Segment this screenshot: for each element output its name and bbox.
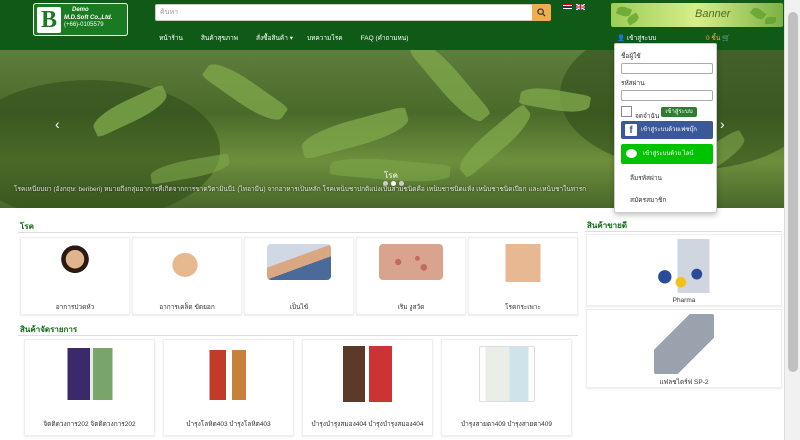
product-image xyxy=(337,346,398,402)
disease-image xyxy=(167,244,207,282)
product-name: บำรุงสายตา409 บำรุงสายตา409 xyxy=(461,421,552,428)
carousel-next-button[interactable]: › xyxy=(720,116,725,132)
banner-label: Banner xyxy=(695,8,731,20)
bestseller-card[interactable]: Pharma xyxy=(586,234,782,306)
product-card[interactable]: บำรุงสายตา409 บำรุงสายตา409 xyxy=(441,339,572,436)
remember-checkbox[interactable] xyxy=(621,106,632,117)
password-label: รหัสผ่าน xyxy=(621,80,645,87)
disease-image xyxy=(267,244,331,280)
product-image xyxy=(478,346,535,402)
line-icon xyxy=(626,149,637,158)
nav-item-store[interactable]: หน้าร้าน xyxy=(159,33,183,43)
nav-item-order-label: สั่งซื้อสินค้า xyxy=(256,35,288,42)
cart-icon: 🛒 xyxy=(722,35,731,42)
logo-line-3: (+66)-0105579 xyxy=(64,22,104,28)
disease-card[interactable]: อาการเคล็ด ขัดยอก xyxy=(132,237,242,315)
product-name: บำรุงบำรุงสมอง404 บำรุงบำรุงสมอง404 xyxy=(311,421,424,428)
product-name: บำรุงโลหิต403 บำรุงโลหิต403 xyxy=(186,421,271,428)
nav-item-articles[interactable]: บทความโรค xyxy=(307,33,343,43)
disease-name: เป็นไข้ xyxy=(289,304,309,311)
facebook-login-label: เข้าสู่ระบบด้วยเฟซบุ๊ก xyxy=(641,127,697,133)
disease-image xyxy=(55,244,95,282)
remember-label: จดจำฉัน xyxy=(635,113,660,120)
scrollbar-thumb[interactable] xyxy=(788,12,798,372)
product-name: จิตติดวงการ202 จิตติดวงการ202 xyxy=(43,421,136,428)
disease-name: อาการปวดหัว xyxy=(55,304,95,311)
search-button[interactable] xyxy=(532,4,551,21)
bestseller-name: Pharma xyxy=(672,297,696,304)
bestseller-name: แฟลชไดร์ฟ SP-2 xyxy=(659,379,709,386)
product-card[interactable]: บำรุงโลหิต403 บำรุงโลหิต403 xyxy=(163,339,294,436)
disease-card[interactable]: อาการปวดหัว xyxy=(20,237,130,315)
facebook-login-button[interactable]: f เข้าสู่ระบบด้วยเฟซบุ๊ก xyxy=(621,121,713,139)
english-flag-icon[interactable] xyxy=(576,4,585,10)
login-submit-button[interactable]: เข้าสู่ระบบ xyxy=(661,107,697,117)
bestseller-card[interactable]: แฟลชไดร์ฟ SP-2 xyxy=(586,309,782,388)
product-image xyxy=(200,350,257,400)
disease-image xyxy=(498,244,548,282)
disease-card[interactable]: เป็นไข้ xyxy=(244,237,354,315)
search-icon xyxy=(537,8,546,17)
line-login-label: เข้าสู่ระบบด้วย ไลน์ xyxy=(643,151,694,157)
facebook-icon: f xyxy=(625,124,637,136)
search-input[interactable]: ค้นหา xyxy=(155,4,533,21)
thai-flag-icon[interactable] xyxy=(563,4,572,10)
logo-line-2: M.D.Soft Co.,Ltd. xyxy=(64,14,113,21)
page-scrollbar[interactable] xyxy=(784,0,800,440)
forgot-password-link[interactable]: ลืมรหัสผ่าน xyxy=(630,173,662,183)
caret-down-icon: ▾ xyxy=(289,35,293,42)
password-field[interactable] xyxy=(621,90,713,101)
nav-item-health-products[interactable]: สินค้าสุขภาพ xyxy=(201,33,238,43)
disease-name: เริม งูสวัด xyxy=(397,304,425,311)
product-card[interactable]: บำรุงบำรุงสมอง404 บำรุงบำรุงสมอง404 xyxy=(302,339,433,436)
username-field[interactable] xyxy=(621,63,713,74)
logo-text: Demo M.D.Soft Co.,Ltd. (+66)-0105579 xyxy=(64,7,112,30)
username-label: ชื่อผู้ใช้ xyxy=(621,53,641,60)
register-link[interactable]: สมัครสมาชิก xyxy=(630,195,666,205)
user-login-label: เข้าสู่ระบบ xyxy=(626,35,657,42)
logo-letter: B xyxy=(37,7,61,33)
line-login-button[interactable]: เข้าสู่ระบบด้วย ไลน์ xyxy=(621,144,713,164)
site-logo[interactable]: B Demo M.D.Soft Co.,Ltd. (+66)-0105579 xyxy=(33,3,128,36)
nav-item-order[interactable]: สั่งซื้อสินค้า ▾ xyxy=(256,33,293,43)
header-banner[interactable]: Banner xyxy=(611,3,783,27)
product-card[interactable]: จิตติดวงการ202 จิตติดวงการ202 xyxy=(24,339,155,436)
carousel-prev-button[interactable]: ‹ xyxy=(55,116,60,132)
main-nav: หน้าร้าน สินค้าสุขภาพ สั่งซื้อสินค้า ▾ บ… xyxy=(159,33,426,43)
cart-count: 0 ชิ้น xyxy=(706,35,721,42)
disease-card[interactable]: เริม งูสวัด xyxy=(356,237,466,315)
product-image xyxy=(654,314,714,374)
logo-line-1: Demo xyxy=(72,7,89,13)
cart-button[interactable]: 0 ชิ้น 🛒 xyxy=(706,33,730,43)
disease-name: อาการเคล็ด ขัดยอก xyxy=(159,304,215,311)
nav-item-faq[interactable]: FAQ (คำถามหน) xyxy=(361,33,409,43)
product-image xyxy=(61,348,118,400)
product-image xyxy=(652,239,716,293)
disease-card[interactable]: โรคกระเพาะ xyxy=(468,237,578,315)
user-login-toggle[interactable]: 👤 เข้าสู่ระบบ xyxy=(617,33,656,43)
disease-name: โรคกระเพาะ xyxy=(505,304,541,311)
user-icon: 👤 xyxy=(617,35,626,42)
disease-image xyxy=(379,244,443,280)
login-dropdown: ชื่อผู้ใช้ รหัสผ่าน จดจำฉัน เข้าสู่ระบบ … xyxy=(614,43,717,213)
